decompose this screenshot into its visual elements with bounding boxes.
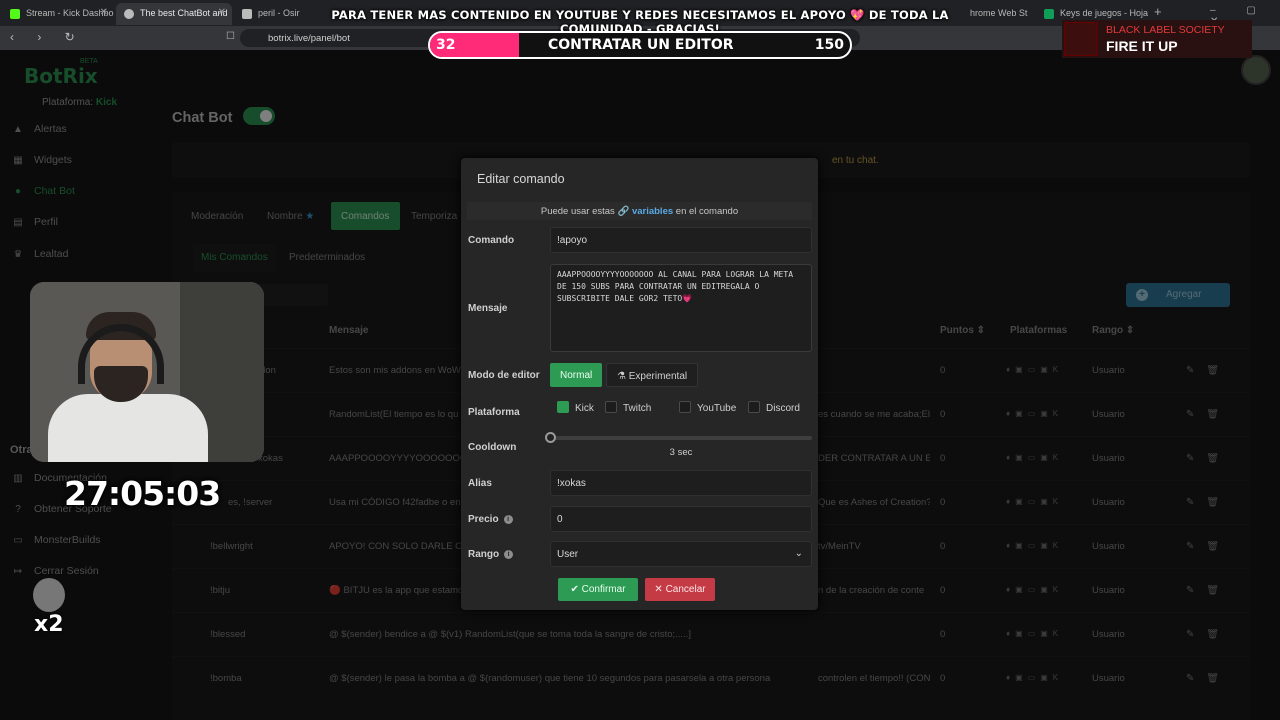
cooldown-label: Cooldown bbox=[468, 442, 517, 453]
plataforma-label: Plataforma bbox=[468, 407, 520, 418]
sheets-favicon-icon bbox=[1044, 9, 1054, 19]
now-playing-title: FIRE IT UP bbox=[1106, 38, 1178, 54]
rango-select[interactable]: User ⌄ bbox=[550, 541, 812, 567]
tab-peril[interactable]: peril - Osiris Ar bbox=[234, 3, 300, 25]
multiplier-badge: x2 bbox=[34, 612, 64, 637]
edit-command-modal: Editar comando Puede usar estas 🔗 variab… bbox=[461, 158, 818, 610]
info-icon[interactable]: i bbox=[504, 550, 514, 559]
confirm-button[interactable]: ✔ Confirmar bbox=[558, 578, 638, 601]
bookmark-icon[interactable]: ☐ bbox=[226, 31, 235, 42]
flask-icon: ⚗ bbox=[617, 371, 626, 382]
goal-target: 150 bbox=[814, 37, 844, 53]
botrix-favicon-icon bbox=[124, 9, 134, 19]
kick-favicon-icon bbox=[10, 9, 20, 19]
checkbox-icon bbox=[748, 401, 760, 413]
cooldown-slider-track[interactable] bbox=[550, 436, 812, 440]
comando-input[interactable]: !apoyo bbox=[550, 227, 812, 253]
album-art bbox=[1064, 22, 1098, 56]
nav-buttons[interactable]: ‹ › ↻ bbox=[10, 30, 85, 44]
page-favicon-icon bbox=[242, 9, 252, 19]
cancel-button[interactable]: ✕ Cancelar bbox=[645, 578, 715, 601]
close-icon: ✕ bbox=[654, 584, 663, 595]
checkbox-icon bbox=[605, 401, 617, 413]
precio-input[interactable]: 0 bbox=[550, 506, 812, 532]
goal-label: CONTRATAR UN EDITOR bbox=[548, 37, 734, 53]
tab-botrix[interactable]: The best ChatBot and ✕ bbox=[116, 3, 232, 25]
stream-timer: 27:05:03 bbox=[64, 474, 221, 513]
rango-label: Rango i bbox=[468, 549, 514, 560]
now-playing-artist: BLACK LABEL SOCIETY bbox=[1106, 24, 1225, 36]
close-tab-icon[interactable]: ✕ bbox=[218, 7, 226, 18]
comando-label: Comando bbox=[468, 235, 515, 246]
platform-youtube-checkbox[interactable]: YouTube bbox=[679, 401, 736, 414]
precio-label: Precio i bbox=[468, 514, 513, 525]
overlay-avatar bbox=[33, 578, 65, 612]
mensaje-textarea[interactable]: AAAPPOOOOYYYYOOOOOOO AL CANAL PARA LOGRA… bbox=[550, 264, 812, 352]
close-tab-icon[interactable]: ✕ bbox=[100, 7, 108, 18]
check-icon: ✔ bbox=[570, 584, 579, 595]
new-tab-icon[interactable]: + bbox=[1154, 4, 1162, 19]
webcam-overlay bbox=[30, 282, 264, 462]
sub-goal-bar: 32 CONTRATAR UN EDITOR 150 bbox=[428, 31, 852, 59]
modal-title: Editar comando bbox=[477, 172, 565, 186]
chevron-down-icon: ⌄ bbox=[794, 548, 803, 559]
alias-input[interactable]: !xokas bbox=[550, 470, 812, 496]
cooldown-value: 3 sec bbox=[669, 447, 693, 458]
heart-icon: 💖 bbox=[850, 8, 865, 22]
platform-discord-checkbox[interactable]: Discord bbox=[748, 401, 800, 414]
link-icon: 🔗 bbox=[617, 206, 630, 217]
checkbox-checked-icon bbox=[557, 401, 569, 413]
platform-kick-checkbox[interactable]: Kick bbox=[557, 401, 594, 414]
platform-twitch-checkbox[interactable]: Twitch bbox=[605, 401, 651, 414]
variables-link[interactable]: 🔗 variables bbox=[617, 206, 673, 217]
mode-experimental-button[interactable]: ⚗ Experimental bbox=[606, 363, 699, 387]
cooldown-slider-handle[interactable] bbox=[545, 432, 556, 443]
modo-editor-label: Modo de editor bbox=[468, 370, 540, 381]
streamer-shirt bbox=[48, 394, 208, 462]
goal-current: 32 bbox=[436, 37, 456, 53]
now-playing-widget: BLACK LABEL SOCIETY FIRE IT UP bbox=[1062, 20, 1252, 58]
info-icon[interactable]: i bbox=[503, 515, 513, 524]
tab-kick-dashboard[interactable]: Stream - Kick Dashbo ✕ bbox=[2, 3, 114, 25]
checkbox-icon bbox=[679, 401, 691, 413]
mode-normal-button[interactable]: Normal bbox=[550, 363, 603, 387]
mensaje-label: Mensaje bbox=[468, 303, 508, 314]
variables-hint: Puede usar estas 🔗 variables en el coman… bbox=[467, 202, 812, 220]
alias-label: Alias bbox=[468, 478, 492, 489]
